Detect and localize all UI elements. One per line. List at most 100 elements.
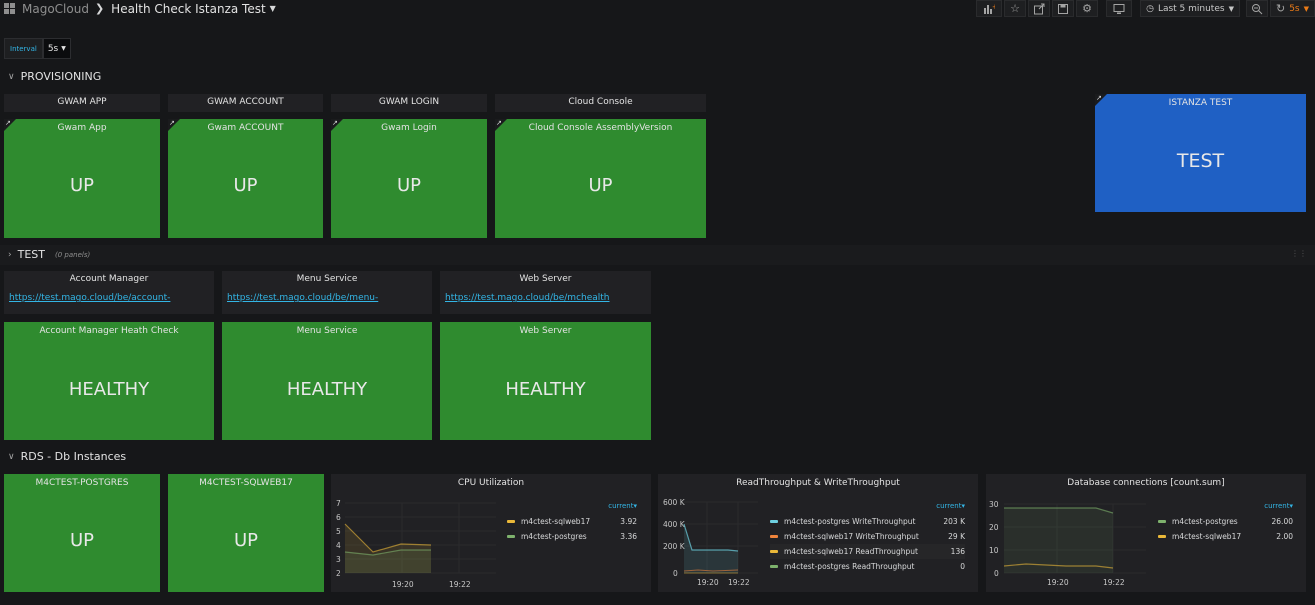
stat-panel-istanza-test[interactable]: ↗ ISTANZA TEST TEST (1095, 94, 1306, 212)
legend-item[interactable]: m4ctest-postgres WriteThroughput 203 K (770, 514, 965, 529)
legend-swatch (770, 550, 778, 553)
stat-value: TEST (1176, 150, 1225, 172)
legend-series-name: m4ctest-postgres ReadThroughput (784, 562, 915, 571)
legend-item[interactable]: m4ctest-sqlweb17 2.00 (1158, 529, 1293, 544)
legend-item[interactable]: m4ctest-sqlweb17 WriteThroughput 29 K (770, 529, 965, 544)
y-tick: 4 (336, 541, 341, 550)
row-panel-count: (0 panels) (54, 250, 91, 259)
y-tick: 2 (336, 569, 341, 578)
row-test[interactable]: › TEST (0 panels) (8, 248, 90, 261)
panel-title: ReadThroughput & WriteThroughput (736, 478, 900, 488)
legend-item[interactable]: m4ctest-postgres 3.36 (507, 529, 637, 544)
series-line-postgres-write (683, 523, 739, 552)
dashboard-title[interactable]: Health Check Istanza Test (111, 2, 266, 16)
y-tick: 200 K (663, 542, 686, 551)
graph-panel-cpu-utilization[interactable]: CPU Utilization 7 6 5 4 3 2 19:20 19:22 … (331, 474, 651, 592)
refresh-interval: 5s (1289, 3, 1300, 14)
caret-down-icon: ▼ (1303, 4, 1309, 13)
y-tick: 5 (336, 527, 341, 536)
zoom-out-button[interactable] (1245, 0, 1268, 17)
graph-legend: current▾ m4ctest-postgres WriteThroughpu… (770, 502, 965, 574)
stat-panel-cloud-console[interactable]: ↗ Cloud Console AssemblyVersion UP (495, 119, 706, 238)
legend-value: 0 (960, 562, 965, 571)
panel-gwam-app-header: GWAM APP (4, 94, 160, 112)
gear-icon: ⚙ (1082, 2, 1093, 15)
stat-panel-menu-service-health[interactable]: Menu Service HEALTHY (222, 322, 432, 440)
stat-value: UP (69, 175, 95, 196)
svg-text:+: + (992, 3, 995, 11)
graph-panel-db-connections[interactable]: Database connections [count.sum] 30 20 1… (986, 474, 1306, 592)
legend-header-label: current (608, 502, 634, 510)
drag-handle-icon[interactable]: ⋮⋮ (1291, 249, 1307, 258)
x-tick: 19:22 (1103, 578, 1125, 587)
y-tick: 600 K (663, 498, 686, 507)
legend-header[interactable]: current▾ (770, 502, 965, 510)
stat-value: UP (588, 175, 613, 196)
legend-value: 26.00 (1271, 517, 1293, 526)
monitor-icon (1113, 3, 1125, 14)
graph-legend: current▾ m4ctest-postgres 26.00 m4ctest-s… (1158, 502, 1293, 544)
legend-series-name: m4ctest-postgres (1172, 517, 1238, 526)
text-panel-account-manager: Account Manager https://test.mago.cloud/… (4, 271, 214, 314)
web-server-link[interactable]: https://test.mago.cloud/be/mchealth (440, 284, 651, 303)
cpu-chart: 7 6 5 4 3 2 19:20 19:22 (336, 499, 496, 589)
add-panel-button[interactable]: + (976, 0, 1003, 17)
legend-series-name: m4ctest-postgres WriteThroughput (784, 517, 916, 526)
legend-swatch (1158, 520, 1166, 523)
x-tick: 19:20 (1047, 578, 1069, 587)
legend-header[interactable]: current▾ (507, 502, 637, 510)
legend-header[interactable]: current▾ (1158, 502, 1293, 510)
legend-value: 136 (950, 547, 965, 556)
refresh-picker[interactable]: ↻ 5s ▼ (1269, 0, 1315, 17)
interval-select[interactable]: 5s ▼ (42, 38, 71, 59)
chevron-down-icon: ∨ (8, 451, 15, 462)
stat-panel-gwam-app[interactable]: ↗ Gwam App UP (4, 119, 160, 238)
legend-value: 203 K (943, 517, 965, 526)
share-button[interactable] (1028, 0, 1051, 17)
legend-item[interactable]: m4ctest-sqlweb17 3.92 (507, 514, 637, 529)
menu-service-link[interactable]: https://test.mago.cloud/be/menu- (222, 284, 432, 303)
row-title: TEST (17, 248, 45, 261)
row-rds[interactable]: ∨ RDS - Db Instances (8, 450, 126, 463)
save-button[interactable] (1052, 0, 1075, 17)
db-connections-chart: 30 20 10 0 19:20 19:22 (989, 500, 1146, 587)
graph-legend: current▾ m4ctest-sqlweb17 3.92 m4ctest-po… (507, 502, 637, 544)
legend-header-label: current (1264, 502, 1290, 510)
legend-series-name: m4ctest-sqlweb17 (1172, 532, 1242, 541)
stat-panel-web-server-health[interactable]: Web Server HEALTHY (440, 322, 651, 440)
legend-item[interactable]: m4ctest-postgres ReadThroughput 0 (770, 559, 965, 574)
series-area-postgres (1004, 508, 1113, 573)
tv-mode-button[interactable] (1106, 0, 1133, 17)
stat-panel-m4ctest-postgres[interactable]: M4CTEST-POSTGRES UP (4, 474, 160, 592)
stat-panel-account-manager-health[interactable]: Account Manager Heath Check HEALTHY (4, 322, 214, 440)
y-tick: 400 K (663, 520, 686, 529)
stat-value: HEALTHY (68, 379, 150, 400)
graph-panel-throughput[interactable]: ReadThroughput & WriteThroughput 600 K 4… (658, 474, 978, 592)
settings-button[interactable]: ⚙ (1076, 0, 1099, 17)
stat-value: HEALTHY (505, 379, 586, 400)
caret-down-icon[interactable]: ▼ (270, 4, 276, 13)
account-manager-link[interactable]: https://test.mago.cloud/be/account- (4, 284, 214, 303)
save-icon (1058, 3, 1069, 14)
time-range-picker[interactable]: ◷ Last 5 minutes ▼ (1140, 0, 1240, 17)
x-tick: 19:22 (449, 580, 471, 589)
legend-item[interactable]: m4ctest-postgres 26.00 (1158, 514, 1293, 529)
y-tick: 7 (336, 499, 341, 508)
legend-item[interactable]: m4ctest-sqlweb17 ReadThroughput 136 (770, 544, 965, 559)
interval-variable: Interval 5s ▼ (4, 38, 71, 59)
star-button[interactable]: ☆ (1004, 0, 1027, 17)
panel-title: Database connections [count.sum] (1067, 478, 1225, 488)
row-provisioning[interactable]: ∨ PROVISIONING (8, 70, 101, 83)
panel-title: Gwam Login (381, 123, 437, 133)
breadcrumb-root[interactable]: MagoCloud (22, 2, 89, 16)
panel-title: Menu Service (296, 274, 358, 284)
legend-series-name: m4ctest-postgres (521, 532, 587, 541)
external-link-icon: ↗ (496, 119, 502, 127)
legend-value: 29 K (948, 532, 965, 541)
dashboard-grid-icon[interactable] (4, 3, 15, 14)
legend-series-name: m4ctest-sqlweb17 WriteThroughput (784, 532, 919, 541)
stat-panel-m4ctest-sqlweb17[interactable]: M4CTEST-SQLWEB17 UP (168, 474, 324, 592)
stat-panel-gwam-account[interactable]: ↗ Gwam ACCOUNT UP (168, 119, 323, 238)
stat-panel-gwam-login[interactable]: ↗ Gwam Login UP (331, 119, 487, 238)
panel-title: Menu Service (296, 326, 358, 336)
